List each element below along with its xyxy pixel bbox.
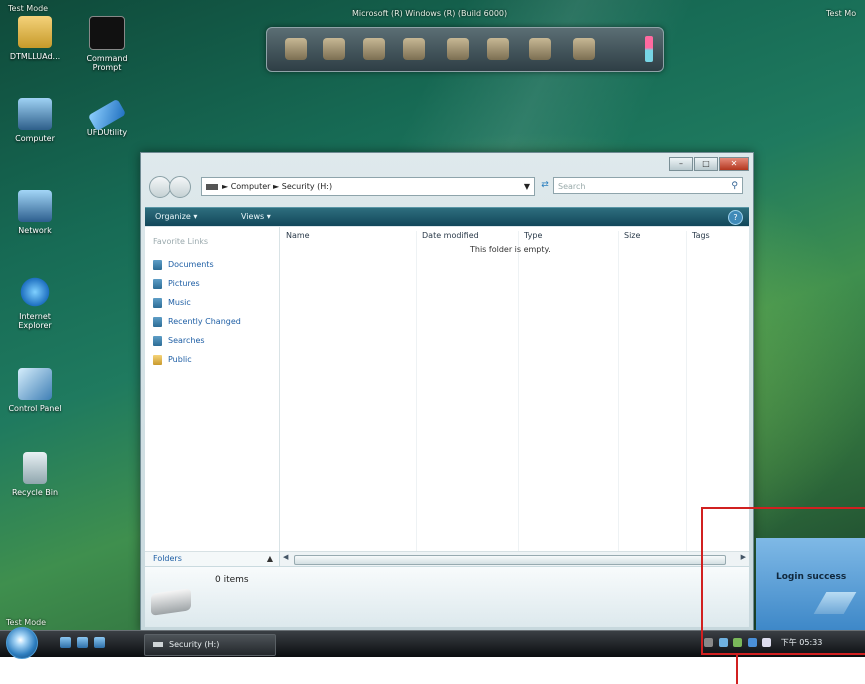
desktop-icon-control-panel[interactable]: Control Panel	[0, 368, 70, 413]
empty-folder-message: This folder is empty.	[470, 245, 551, 254]
maximize-button[interactable]: □	[694, 157, 718, 171]
test-mode-watermark: Test Mode	[8, 4, 49, 13]
forward-button[interactable]	[169, 176, 191, 198]
favorite-public[interactable]: Public	[153, 354, 192, 366]
start-button[interactable]	[6, 627, 38, 659]
quick-launch	[60, 637, 105, 648]
dock-item-5-icon[interactable]	[447, 38, 469, 60]
searches-icon	[153, 335, 162, 346]
back-button[interactable]	[149, 176, 171, 198]
breadcrumb-computer[interactable]: Computer	[231, 182, 271, 191]
address-bar[interactable]: ► Computer ► Security (H:) ▼	[201, 177, 535, 196]
desktop-icon-recycle-bin[interactable]: Recycle Bin	[0, 452, 70, 497]
search-input[interactable]: Search ⚲	[553, 177, 743, 194]
favorite-recently-changed[interactable]: Recently Changed	[153, 316, 241, 328]
column-divider[interactable]	[618, 231, 619, 551]
app-launcher-dock	[266, 27, 664, 72]
network-icon	[18, 190, 52, 222]
favorite-pictures[interactable]: Pictures	[153, 278, 200, 290]
column-header-size[interactable]: Size	[624, 227, 640, 245]
internet-explorer-quicklaunch-icon[interactable]	[94, 637, 105, 648]
desktop-icon-ufdutility[interactable]: UFDUtility	[72, 98, 142, 137]
scroll-left-icon[interactable]: ◀	[283, 553, 288, 561]
horizontal-scrollbar[interactable]: ◀ ▶	[280, 551, 749, 566]
dock-item-7-icon[interactable]	[529, 38, 551, 60]
dock-scroll-icon[interactable]	[645, 36, 653, 62]
taskbar-button-security[interactable]: Security (H:)	[144, 634, 276, 656]
column-divider[interactable]	[686, 231, 687, 551]
desktop-icon-computer[interactable]: Computer	[0, 98, 70, 143]
favorite-documents[interactable]: Documents	[153, 259, 214, 271]
dock-item-3-icon[interactable]	[363, 38, 385, 60]
folder-icon	[18, 16, 52, 48]
dock-item-6-icon[interactable]	[487, 38, 509, 60]
minimize-button[interactable]: –	[669, 157, 693, 171]
explorer-window: – □ ✕ ► Computer ► Security (H:) ▼ ⇄ Sea…	[140, 152, 754, 632]
column-header-type[interactable]: Type	[524, 227, 542, 245]
desktop-icon-internet-explorer[interactable]: Internet Explorer	[0, 276, 70, 330]
internet-explorer-icon	[18, 276, 52, 308]
show-desktop-icon[interactable]	[60, 637, 71, 648]
search-icon[interactable]: ⚲	[731, 178, 738, 195]
file-list: Name Date modified Type Size Tags This f…	[280, 227, 749, 551]
column-header-date-modified[interactable]: Date modified	[422, 227, 479, 245]
removable-drive-icon	[151, 588, 191, 616]
computer-icon	[18, 98, 52, 130]
drive-icon	[153, 642, 163, 647]
item-count: 0 items	[215, 575, 249, 585]
details-pane: 0 items	[145, 567, 749, 627]
views-button[interactable]: Views ▾	[241, 208, 271, 226]
test-mode-watermark-bottom: Test Mode	[6, 618, 47, 627]
organize-button[interactable]: Organize ▾	[155, 208, 197, 226]
scrollbar-thumb[interactable]	[294, 555, 726, 565]
build-watermark: Microsoft (R) Windows (R) (Build 6000)	[352, 9, 508, 18]
drive-icon	[206, 183, 218, 190]
recently-changed-icon	[153, 316, 162, 327]
address-dropdown-icon[interactable]: ▼	[524, 178, 530, 195]
column-divider[interactable]	[518, 231, 519, 551]
chevron-up-icon: ▲	[266, 554, 273, 563]
navigation-pane: Favorite Links Documents Pictures Music …	[145, 227, 280, 551]
dock-item-4-icon[interactable]	[403, 38, 425, 60]
favorite-music[interactable]: Music	[153, 297, 191, 309]
command-prompt-icon	[89, 16, 125, 50]
documents-icon	[153, 259, 162, 270]
breadcrumb-security[interactable]: Security (H:)	[282, 182, 332, 191]
command-toolbar: Organize ▾ Views ▾ ?	[145, 207, 749, 226]
switch-windows-icon[interactable]	[77, 637, 88, 648]
usb-drive-icon	[87, 98, 127, 132]
navigation-bar: ► Computer ► Security (H:) ▼ ⇄ Search ⚲	[145, 173, 749, 199]
dock-item-8-icon[interactable]	[573, 38, 595, 60]
column-divider[interactable]	[416, 231, 417, 551]
music-icon	[153, 297, 162, 308]
column-header-name[interactable]: Name	[286, 227, 310, 245]
column-header-tags[interactable]: Tags	[692, 227, 710, 245]
favorite-searches[interactable]: Searches	[153, 335, 205, 347]
window-controls: – □ ✕	[669, 157, 749, 171]
pictures-icon	[153, 278, 162, 289]
desktop-icon-command-prompt[interactable]: Command Prompt	[72, 16, 142, 72]
highlight-pointer-line	[736, 655, 738, 684]
control-panel-icon	[18, 368, 52, 400]
favorite-links-heading: Favorite Links	[153, 237, 209, 246]
public-folder-icon	[153, 354, 162, 365]
help-icon[interactable]: ?	[728, 210, 743, 225]
folders-toggle[interactable]: Folders ▲	[145, 551, 279, 566]
desktop-icon-dtmlluad[interactable]: DTMLLUAd...	[0, 16, 70, 61]
highlight-box	[701, 507, 865, 655]
desktop-icon-network[interactable]: Network	[0, 190, 70, 235]
dock-item-2-icon[interactable]	[323, 38, 345, 60]
close-button[interactable]: ✕	[719, 157, 749, 171]
test-mode-watermark-right: Test Mo	[826, 9, 857, 18]
refresh-icon[interactable]: ⇄	[537, 177, 553, 194]
dock-item-1-icon[interactable]	[285, 38, 307, 60]
recycle-bin-icon	[23, 452, 47, 484]
